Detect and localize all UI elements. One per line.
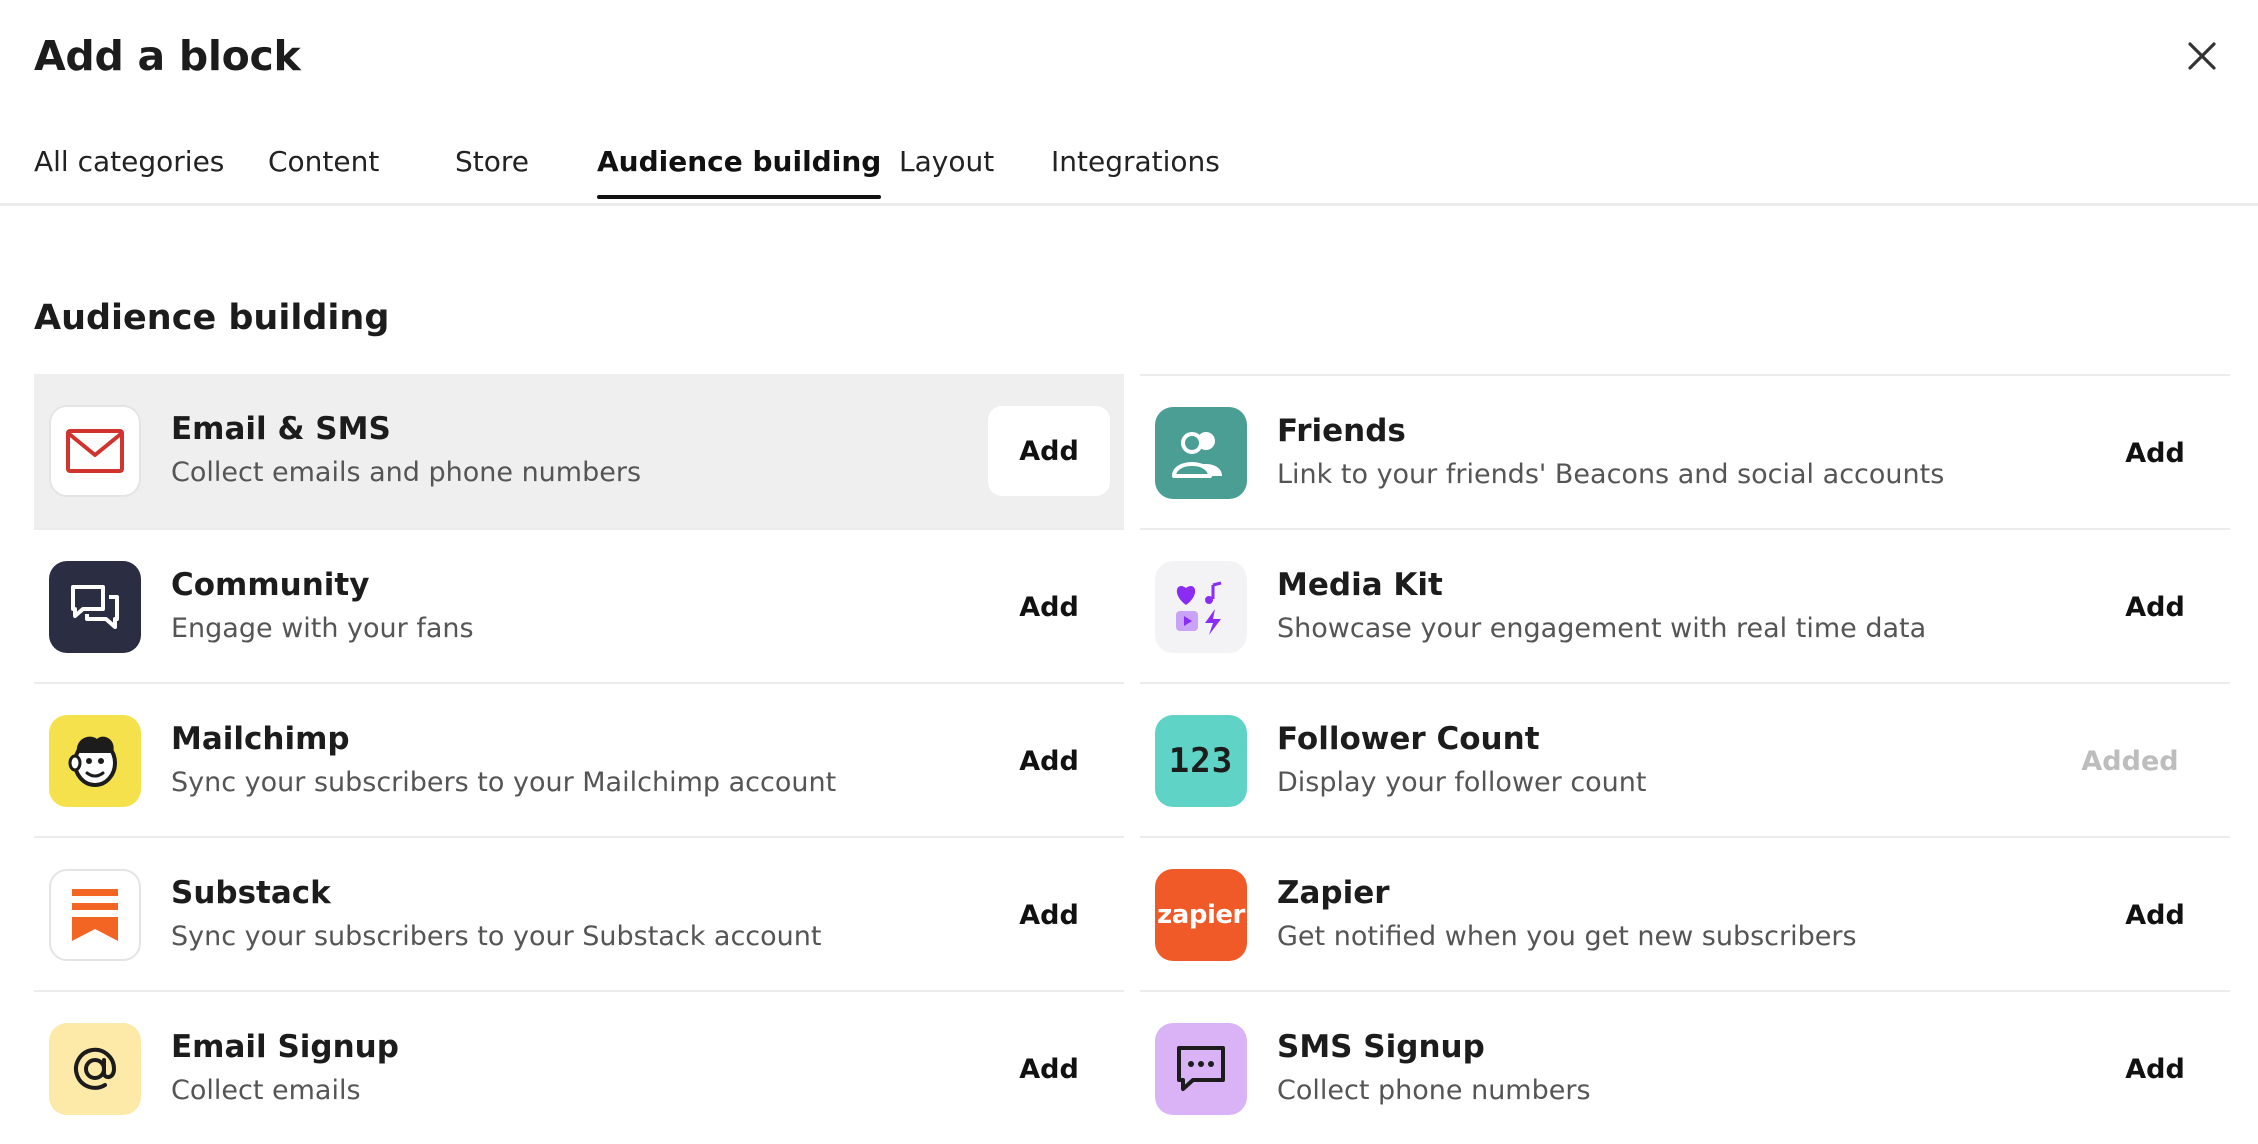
- block-sms-signup[interactable]: SMS Signup Collect phone numbers Add: [1140, 990, 2230, 1144]
- sms-bubble-icon: [1155, 1023, 1247, 1115]
- block-zapier[interactable]: zapier Zapier Get notified when you get …: [1140, 836, 2230, 990]
- block-name: Email Signup: [171, 1029, 399, 1065]
- block-name: Substack: [171, 875, 331, 911]
- added-status: Added: [2060, 716, 2200, 806]
- block-description: Sync your subscribers to your Substack a…: [171, 921, 822, 952]
- substack-icon: [49, 869, 141, 961]
- tab-all-categories[interactable]: All categories: [34, 142, 224, 182]
- add-button[interactable]: Add: [988, 716, 1110, 806]
- block-description: Get notified when you get new subscriber…: [1277, 921, 1857, 952]
- tab-audience-building[interactable]: Audience building: [597, 142, 882, 199]
- block-name: Media Kit: [1277, 567, 1443, 603]
- block-follower-count[interactable]: 123 Follower Count Display your follower…: [1140, 682, 2230, 836]
- block-community[interactable]: Community Engage with your fans Add: [34, 528, 1124, 682]
- section-title: Audience building: [34, 298, 390, 338]
- blocks-column-left: Email & SMS Collect emails and phone num…: [34, 374, 1124, 1144]
- at-sign-icon: [49, 1023, 141, 1115]
- block-friends[interactable]: Friends Link to your friends' Beacons an…: [1140, 374, 2230, 528]
- add-block-modal: Add a block All categories Content Store…: [0, 0, 2258, 1136]
- block-description: Collect emails and phone numbers: [171, 457, 642, 488]
- media-kit-icon: [1155, 561, 1247, 653]
- block-name: Mailchimp: [171, 721, 350, 757]
- block-description: Collect phone numbers: [1277, 1075, 1591, 1106]
- category-tabs: All categories Content Store Audience bu…: [0, 128, 2258, 206]
- add-button[interactable]: Add: [2094, 870, 2216, 960]
- add-button[interactable]: Add: [988, 406, 1110, 496]
- block-name: Zapier: [1277, 875, 1390, 911]
- blocks-grid: Email & SMS Collect emails and phone num…: [34, 374, 2230, 1136]
- block-media-kit[interactable]: Media Kit Showcase your engagement with …: [1140, 528, 2230, 682]
- modal-title: Add a block: [34, 32, 301, 80]
- tab-content[interactable]: Content: [268, 142, 379, 182]
- block-substack[interactable]: Substack Sync your subscribers to your S…: [34, 836, 1124, 990]
- close-icon: [2188, 42, 2216, 70]
- block-email-sms[interactable]: Email & SMS Collect emails and phone num…: [34, 374, 1124, 528]
- friends-icon: [1155, 407, 1247, 499]
- tab-integrations[interactable]: Integrations: [1051, 142, 1220, 182]
- block-mailchimp[interactable]: Mailchimp Sync your subscribers to your …: [34, 682, 1124, 836]
- zapier-icon: zapier: [1155, 869, 1247, 961]
- block-name: Email & SMS: [171, 411, 391, 447]
- block-description: Link to your friends' Beacons and social…: [1277, 459, 1945, 490]
- add-button[interactable]: Add: [988, 1024, 1110, 1114]
- tab-layout[interactable]: Layout: [899, 142, 994, 182]
- block-name: Follower Count: [1277, 721, 1540, 757]
- block-description: Collect emails: [171, 1075, 361, 1106]
- block-email-signup[interactable]: Email Signup Collect emails Add: [34, 990, 1124, 1144]
- block-name: Friends: [1277, 413, 1406, 449]
- block-description: Showcase your engagement with real time …: [1277, 613, 1927, 644]
- add-button[interactable]: Add: [2094, 408, 2216, 498]
- number-123-icon: 123: [1155, 715, 1247, 807]
- block-description: Display your follower count: [1277, 767, 1647, 798]
- block-name: SMS Signup: [1277, 1029, 1485, 1065]
- block-description: Sync your subscribers to your Mailchimp …: [171, 767, 837, 798]
- close-button[interactable]: [2186, 40, 2218, 72]
- chat-bubbles-icon: [49, 561, 141, 653]
- blocks-column-right: Friends Link to your friends' Beacons an…: [1140, 374, 2230, 1144]
- envelope-icon: [49, 405, 141, 497]
- mailchimp-icon: [49, 715, 141, 807]
- tab-store[interactable]: Store: [455, 142, 529, 182]
- add-button[interactable]: Add: [988, 562, 1110, 652]
- add-button[interactable]: Add: [988, 870, 1110, 960]
- add-button[interactable]: Add: [2094, 1024, 2216, 1114]
- block-description: Engage with your fans: [171, 613, 474, 644]
- add-button[interactable]: Add: [2094, 562, 2216, 652]
- block-name: Community: [171, 567, 370, 603]
